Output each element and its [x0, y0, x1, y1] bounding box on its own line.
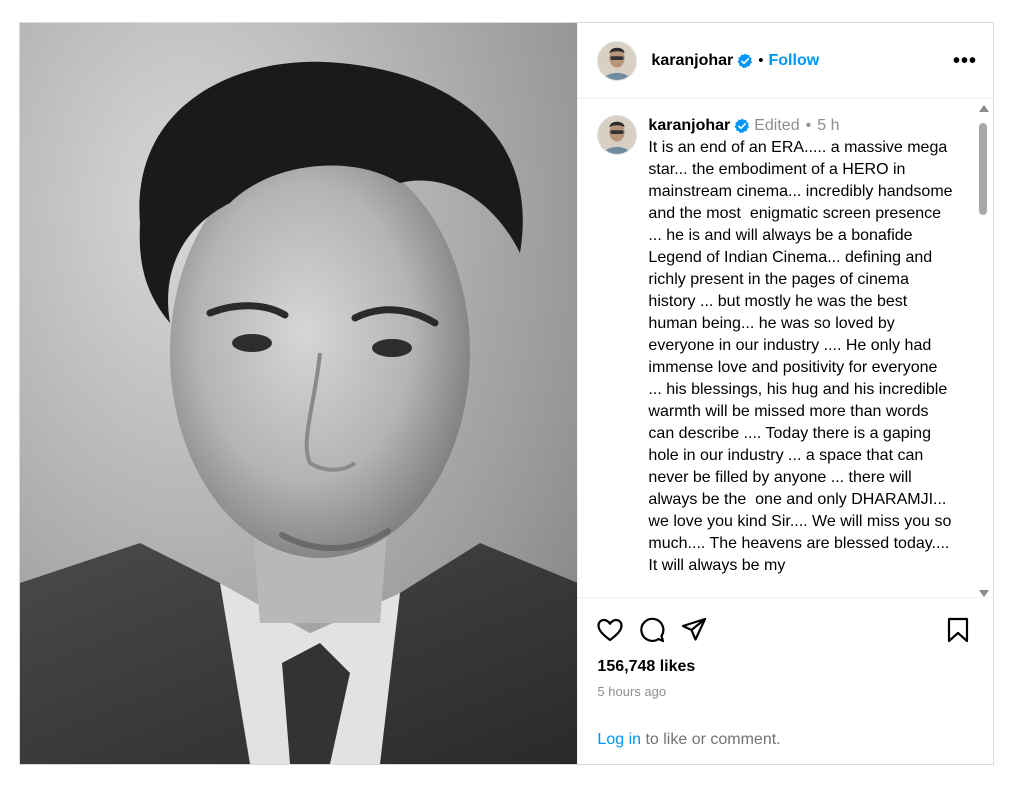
post-sidebar: karanjohar • Follow ••• karanjohar Edite…: [577, 23, 995, 764]
portrait-image: [20, 61, 578, 764]
separator-dot: •: [758, 52, 764, 69]
more-options-icon[interactable]: •••: [953, 51, 977, 71]
edited-label: Edited: [754, 117, 800, 134]
follow-button[interactable]: Follow: [769, 52, 820, 70]
caption-header: karanjohar Edited • 5 h: [648, 115, 954, 137]
caption-body: karanjohar Edited • 5 h It is an end of …: [648, 115, 954, 577]
post-photo[interactable]: [20, 23, 578, 764]
caption: karanjohar Edited • 5 h It is an end of …: [578, 99, 994, 577]
login-prompt-text: to like or comment.: [641, 731, 781, 748]
scroll-thumb[interactable]: [979, 123, 987, 215]
comments-scrollbar[interactable]: [977, 103, 989, 601]
login-prompt: Log in to like or comment.: [597, 731, 780, 749]
caption-age[interactable]: 5 h: [817, 115, 839, 137]
heart-icon: [597, 618, 624, 642]
save-button[interactable]: [944, 616, 972, 644]
post-header: karanjohar • Follow •••: [578, 23, 993, 99]
bookmark-icon: [948, 617, 969, 643]
post-actions-section: 156,748 likes 5 hours ago Log in to like…: [578, 597, 995, 764]
post-timestamp[interactable]: 5 hours ago: [578, 676, 994, 699]
avatar-image: [598, 116, 637, 154]
action-bar: [578, 598, 994, 646]
verified-badge-icon: [737, 53, 753, 69]
scroll-up-arrow-icon[interactable]: [979, 105, 989, 112]
avatar-image: [598, 41, 637, 80]
login-link[interactable]: Log in: [597, 731, 641, 748]
comment-button[interactable]: [638, 616, 666, 644]
like-button[interactable]: [596, 616, 624, 644]
share-icon: [682, 617, 707, 641]
likes-count[interactable]: 156,748 likes: [578, 646, 994, 676]
comments-panel[interactable]: karanjohar Edited • 5 h It is an end of …: [578, 99, 994, 597]
header-username[interactable]: karanjohar: [651, 52, 733, 70]
verified-badge-icon: [734, 118, 750, 134]
scroll-down-arrow-icon[interactable]: [979, 590, 989, 597]
separator-dot: •: [805, 117, 812, 134]
comment-icon: [640, 617, 665, 643]
caption-text: It is an end of an ERA..... a massive me…: [648, 139, 958, 574]
caption-avatar[interactable]: [597, 115, 638, 155]
caption-username[interactable]: karanjohar: [648, 115, 730, 137]
share-button[interactable]: [680, 616, 708, 644]
avatar[interactable]: [597, 40, 638, 81]
post-container: karanjohar • Follow ••• karanjohar Edite…: [19, 22, 995, 765]
